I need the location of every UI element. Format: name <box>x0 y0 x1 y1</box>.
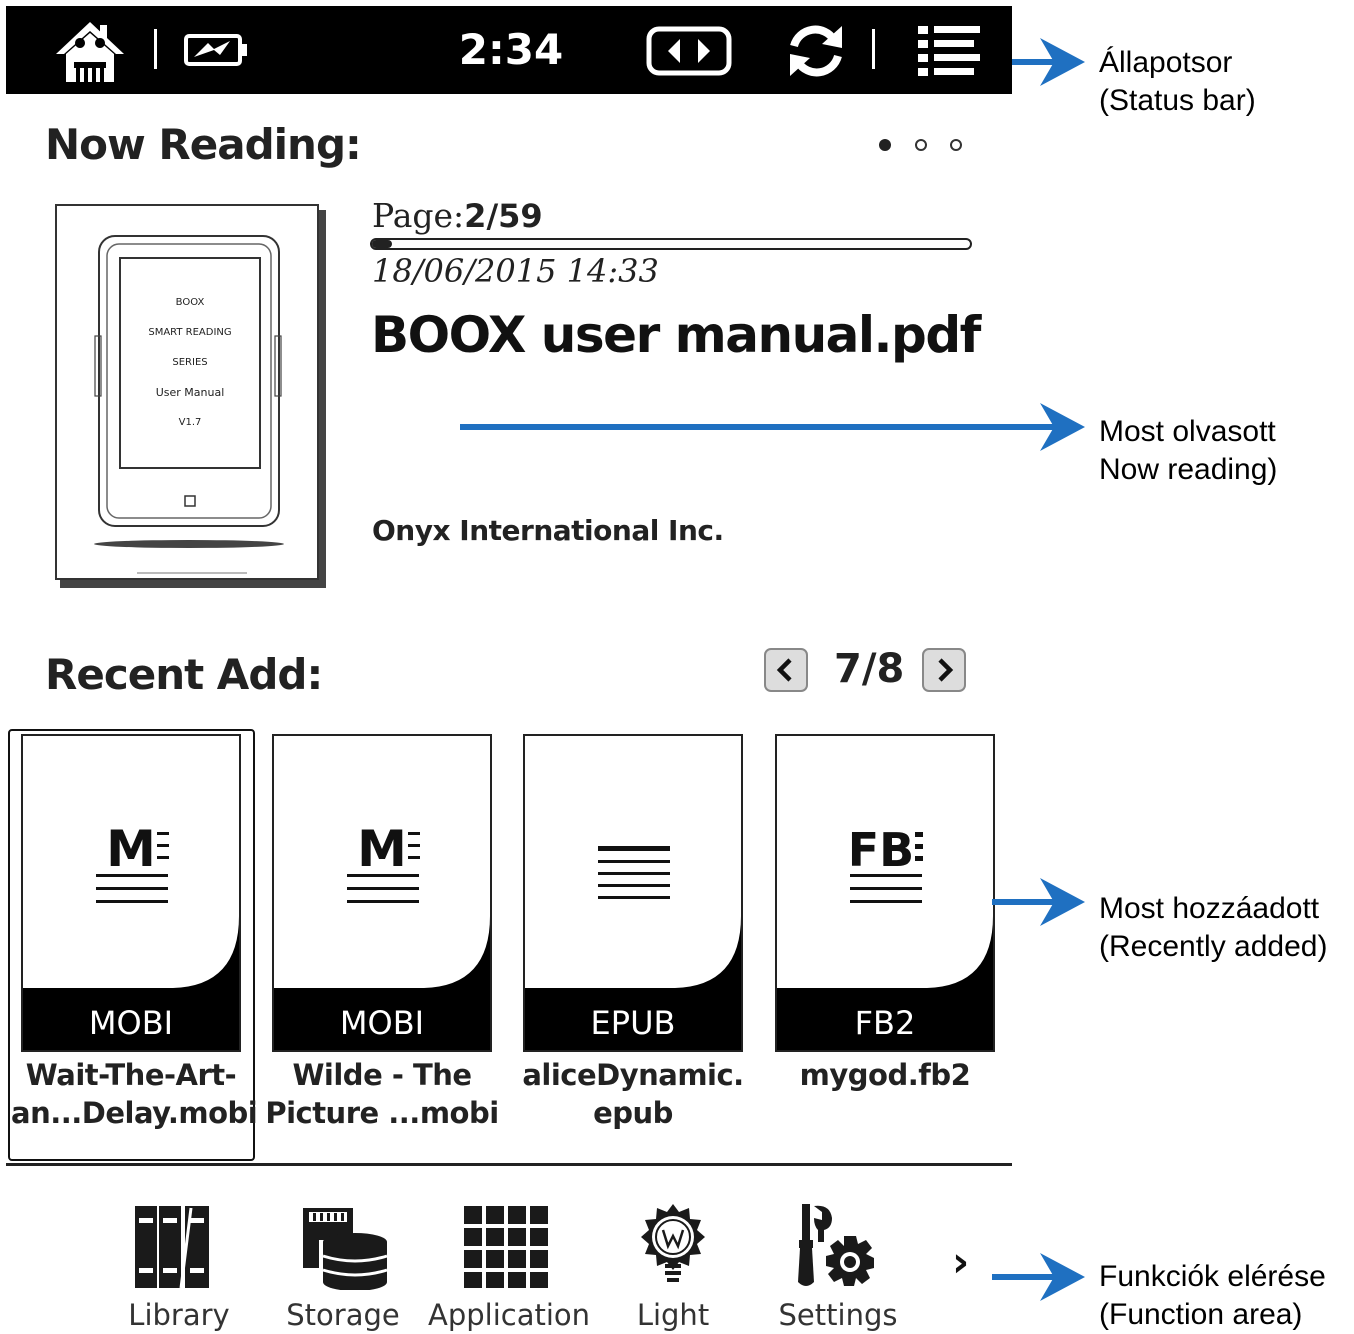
callout-status-bar: Állapotsor (Status bar) <box>1099 44 1256 120</box>
callout-line: (Status bar) <box>1099 84 1256 117</box>
callout-line: (Recently added) <box>1099 930 1328 963</box>
callout-line: Funkciók elérése <box>1099 1260 1326 1293</box>
callout-line: Állapotsor <box>1099 46 1233 79</box>
annotation-arrows <box>460 38 1085 1301</box>
callout-now-reading: Most olvasott Now reading) <box>1099 413 1277 489</box>
callout-line: Most hozzáadott <box>1099 892 1320 925</box>
callout-line: Now reading) <box>1099 453 1278 486</box>
callout-recently-added: Most hozzáadott (Recently added) <box>1099 890 1327 966</box>
callout-line: Most olvasott <box>1099 415 1276 448</box>
callout-line: (Function area) <box>1099 1298 1303 1331</box>
callout-function-area: Funkciók elérése (Function area) <box>1099 1258 1326 1334</box>
